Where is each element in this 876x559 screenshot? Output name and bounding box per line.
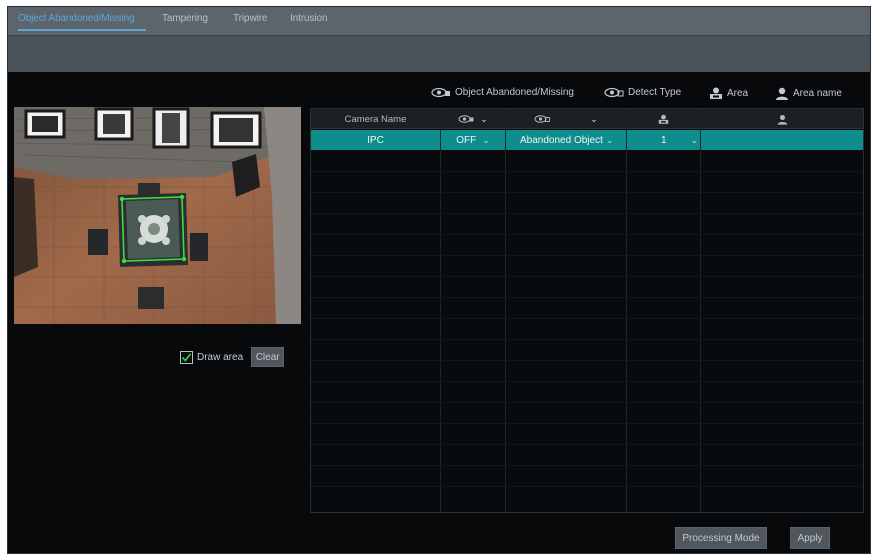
legend-area-name: Area name [775,87,842,100]
detect-type-select[interactable]: Abandoned Object ⌄ [506,130,626,150]
tab-bar: Object Abandoned/Missing Tampering Tripw… [8,7,870,35]
chevron-down-icon: ⌄ [605,134,614,145]
tab-tripwire[interactable]: Tripwire [233,13,267,24]
legend-detect-type-label: Detect Type [628,87,682,98]
legend-area: Area [709,87,748,100]
column-divider [626,109,627,512]
area-icon [658,114,669,124]
person-icon [777,114,788,125]
tab-tampering[interactable]: Tampering [162,13,208,24]
enable-select[interactable]: OFF ⌄ [441,130,505,150]
row-divider [311,444,863,445]
checkmark-icon [181,353,192,362]
row-divider [311,318,863,319]
column-camera-name: Camera Name [344,113,407,125]
detect-type-icon [534,115,551,123]
row-divider [311,255,863,256]
row-divider [311,171,863,172]
area-value: 1 [661,134,667,146]
row-divider [311,276,863,277]
row-divider [311,402,863,403]
legend-abandoned-missing: Object Abandoned/Missing [431,87,574,98]
chevron-down-icon: ⌄ [482,134,490,145]
row-divider [311,213,863,214]
enable-value: OFF [456,134,477,146]
row-divider [311,234,863,235]
tab-intrusion[interactable]: Intrusion [290,13,328,24]
column-divider [440,109,441,512]
legend-area-label: Area [727,88,749,99]
row-divider [311,297,863,298]
table-header: Camera Name ⌄ ⌄ [311,109,863,129]
eye-box-icon [458,115,474,123]
legend-abandoned-missing-label: Object Abandoned/Missing [455,87,574,98]
detection-table: Camera Name ⌄ ⌄ IPC OFF ⌄ Abandoned Obje… [310,108,864,513]
row-divider [311,423,863,424]
sub-toolbar [8,35,870,72]
detect-type-icon [604,87,624,98]
draw-area-control: Draw area Clear [180,347,285,367]
app-window: Object Abandoned/Missing Tampering Tripw… [7,6,871,554]
apply-button[interactable]: Apply [790,527,830,549]
column-detect-type[interactable]: ⌄ [506,109,626,129]
area-select[interactable]: 1 ⌄ [627,130,700,150]
column-divider [700,109,701,512]
person-icon [776,87,788,100]
row-divider [311,339,863,340]
clear-button[interactable]: Clear [251,347,285,367]
detect-type-value: Abandoned Object [520,134,603,146]
row-divider [311,486,863,487]
row-divider [311,360,863,361]
column-enable[interactable]: ⌄ [441,109,505,129]
processing-mode-button[interactable]: Processing Mode [675,527,767,549]
camera-scene-image [14,107,301,324]
chevron-down-icon: ⌄ [590,113,598,124]
chevron-down-icon: ⌄ [690,134,699,145]
tab-object-abandoned-missing[interactable]: Object Abandoned/Missing [18,13,135,24]
column-divider [505,109,506,512]
eye-box-icon [431,87,450,98]
table-row[interactable]: IPC OFF ⌄ Abandoned Object ⌄ 1 ⌄ [311,130,863,150]
column-area [627,109,700,129]
legend-area-name-label: Area name [793,88,842,99]
area-name-field[interactable] [701,130,864,150]
active-tab-indicator [18,29,146,31]
draw-area-label: Draw area [197,351,244,363]
column-area-name [701,109,864,129]
row-divider [311,192,863,193]
draw-area-checkbox[interactable] [180,350,193,364]
chevron-down-icon: ⌄ [480,113,488,124]
row-divider [311,465,863,466]
row-divider [311,381,863,382]
camera-preview[interactable] [14,107,301,324]
cell-camera: IPC [367,134,384,146]
area-icon [710,87,722,99]
legend-detect-type: Detect Type [604,87,681,98]
